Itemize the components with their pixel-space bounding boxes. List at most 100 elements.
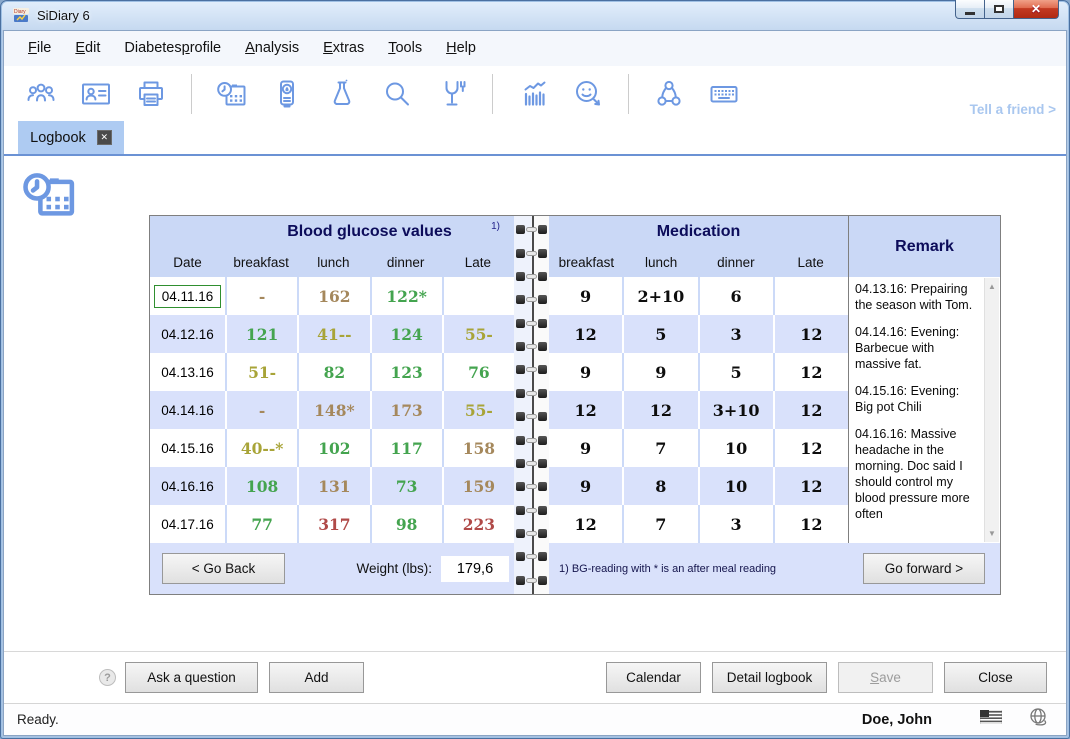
med-value-cell[interactable]: 12 (773, 353, 848, 391)
maximize-button[interactable] (985, 0, 1013, 19)
users-icon[interactable] (24, 77, 58, 111)
bg-value-cell[interactable]: 162 (297, 277, 369, 315)
bg-value-cell[interactable]: 159 (442, 467, 514, 505)
bg-value-cell[interactable]: 40--* (225, 429, 297, 467)
minimize-button[interactable] (955, 0, 985, 19)
date-cell[interactable]: 04.15.16 (150, 429, 225, 467)
med-value-cell[interactable]: 5 (622, 315, 697, 353)
scroll-up-icon[interactable]: ▲ (988, 278, 996, 295)
med-value-cell[interactable]: 10 (698, 467, 773, 505)
share-icon[interactable] (652, 77, 686, 111)
close-button[interactable]: Close (944, 662, 1047, 693)
globe-icon[interactable] (1028, 707, 1048, 733)
med-value-cell[interactable]: 9 (549, 277, 622, 315)
keyboard-icon[interactable] (707, 77, 741, 111)
med-value-cell[interactable]: 3+10 (698, 391, 773, 429)
title-bar[interactable]: Diary SiDiary 6 ✕ (3, 0, 1067, 30)
med-value-cell[interactable]: 10 (698, 429, 773, 467)
date-cell[interactable]: 04.12.16 (150, 315, 225, 353)
menu-analysis[interactable]: Analysis (233, 34, 311, 62)
menu-diabetesprofile[interactable]: Diabetesprofile (112, 34, 233, 62)
contact-card-icon[interactable] (79, 77, 113, 111)
date-cell[interactable]: 04.13.16 (150, 353, 225, 391)
bg-value-cell[interactable]: 124 (370, 315, 442, 353)
lab-flask-icon[interactable] (325, 77, 359, 111)
tab-close-icon[interactable] (97, 130, 112, 145)
close-window-button[interactable]: ✕ (1013, 0, 1059, 19)
med-value-cell[interactable]: 9 (549, 353, 622, 391)
detail-logbook-button[interactable]: Detail logbook (712, 662, 827, 693)
ask-question-button[interactable]: Ask a question (125, 662, 258, 693)
bg-value-cell[interactable]: 123 (370, 353, 442, 391)
bg-value-cell[interactable]: 77 (225, 505, 297, 543)
bg-value-cell[interactable]: 55- (442, 315, 514, 353)
med-value-cell[interactable]: 9 (549, 429, 622, 467)
med-value-cell[interactable]: 12 (549, 505, 622, 543)
bg-value-cell[interactable]: 317 (297, 505, 369, 543)
go-forward-button[interactable]: Go forward > (863, 553, 985, 584)
save-button[interactable]: Save (838, 662, 933, 693)
tell-a-friend-link[interactable]: Tell a friend > (970, 102, 1056, 117)
med-value-cell[interactable]: 12 (773, 429, 848, 467)
bg-value-cell[interactable]: 73 (370, 467, 442, 505)
date-cell[interactable]: 04.17.16 (150, 505, 225, 543)
help-icon[interactable]: ? (99, 669, 116, 686)
tab-logbook[interactable]: Logbook (18, 121, 124, 154)
date-cell[interactable]: 04.11.16 (150, 277, 225, 315)
med-value-cell[interactable]: 12 (549, 315, 622, 353)
menu-extras[interactable]: Extras (311, 34, 376, 62)
med-value-cell[interactable]: 3 (698, 315, 773, 353)
med-value-cell[interactable]: 9 (549, 467, 622, 505)
search-icon[interactable] (380, 77, 414, 111)
glucose-meter-icon[interactable] (270, 77, 304, 111)
bg-value-cell[interactable]: 148* (297, 391, 369, 429)
med-value-cell[interactable]: 12 (773, 315, 848, 353)
bg-value-cell[interactable]: 76 (442, 353, 514, 391)
bg-value-cell[interactable]: 82 (297, 353, 369, 391)
scroll-down-icon[interactable]: ▼ (988, 525, 996, 542)
bg-value-cell[interactable]: - (225, 277, 297, 315)
bg-value-cell[interactable]: 158 (442, 429, 514, 467)
go-back-button[interactable]: < Go Back (162, 553, 285, 584)
logbook-icon[interactable] (215, 77, 249, 111)
med-value-cell[interactable]: 6 (698, 277, 773, 315)
add-button[interactable]: Add (269, 662, 364, 693)
med-value-cell[interactable] (773, 277, 848, 315)
bg-value-cell[interactable]: 102 (297, 429, 369, 467)
med-value-cell[interactable]: 12 (773, 505, 848, 543)
nutrition-icon[interactable] (435, 77, 469, 111)
med-value-cell[interactable]: 12 (773, 391, 848, 429)
bg-value-cell[interactable]: 51- (225, 353, 297, 391)
med-value-cell[interactable]: 7 (622, 429, 697, 467)
weight-input[interactable]: 179,6 (441, 556, 509, 582)
calendar-button[interactable]: Calendar (606, 662, 701, 693)
menu-edit[interactable]: Edit (63, 34, 112, 62)
bg-value-cell[interactable]: 108 (225, 467, 297, 505)
bg-value-cell[interactable]: 98 (370, 505, 442, 543)
menu-help[interactable]: Help (434, 34, 488, 62)
bg-value-cell[interactable]: 121 (225, 315, 297, 353)
bg-value-cell[interactable] (442, 277, 514, 315)
remark-scrollbar[interactable]: ▲ ▼ (984, 278, 999, 542)
bg-value-cell[interactable]: 131 (297, 467, 369, 505)
date-cell[interactable]: 04.16.16 (150, 467, 225, 505)
smiley-feedback-icon[interactable] (571, 77, 605, 111)
menu-tools[interactable]: Tools (376, 34, 434, 62)
med-value-cell[interactable]: 12 (773, 467, 848, 505)
med-value-cell[interactable]: 9 (622, 353, 697, 391)
statistics-icon[interactable] (516, 77, 550, 111)
bg-value-cell[interactable]: 173 (370, 391, 442, 429)
med-value-cell[interactable]: 12 (622, 391, 697, 429)
bg-value-cell[interactable]: 117 (370, 429, 442, 467)
menu-file[interactable]: File (16, 34, 63, 62)
med-value-cell[interactable]: 2+10 (622, 277, 697, 315)
printer-icon[interactable] (134, 77, 168, 111)
date-cell[interactable]: 04.14.16 (150, 391, 225, 429)
bg-value-cell[interactable]: 41-- (297, 315, 369, 353)
bg-value-cell[interactable]: 55- (442, 391, 514, 429)
bg-value-cell[interactable]: - (225, 391, 297, 429)
bg-value-cell[interactable]: 122* (370, 277, 442, 315)
bg-value-cell[interactable]: 223 (442, 505, 514, 543)
med-value-cell[interactable]: 12 (549, 391, 622, 429)
language-flag-icon[interactable] (980, 710, 1002, 729)
